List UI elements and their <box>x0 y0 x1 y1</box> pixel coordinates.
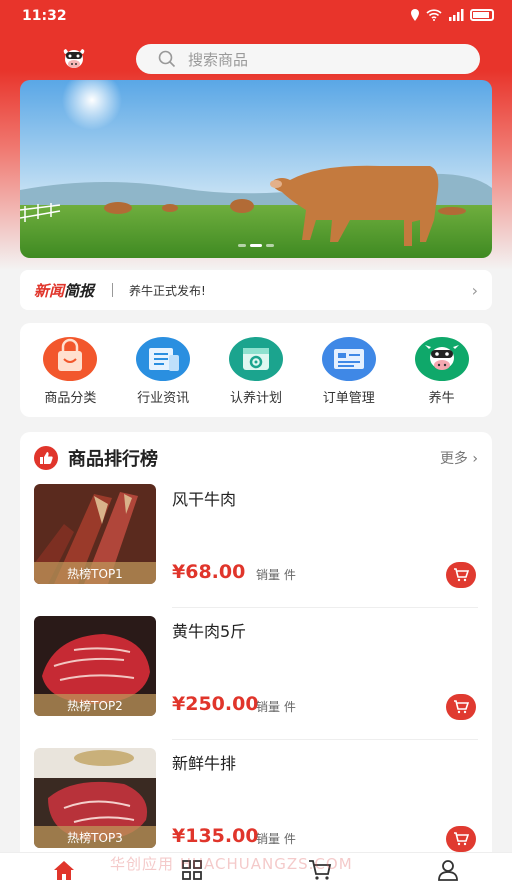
category-shopping[interactable]: 商品分类 <box>25 323 115 417</box>
product-sales: 销量 件 <box>256 568 296 582</box>
tab-profile[interactable] <box>418 853 478 886</box>
category-industry-news[interactable]: 行业资讯 <box>118 323 208 417</box>
ranking-header: 商品排行榜 更多 › <box>20 432 492 484</box>
category-adoption-plan[interactable]: 认养计划 <box>211 323 301 417</box>
location-icon <box>411 9 419 21</box>
product-name: 风干牛肉 <box>172 490 237 509</box>
add-to-cart-button[interactable] <box>446 562 476 588</box>
product-ranking: 商品排行榜 更多 › 热榜TOP1 风干牛肉 ¥68.00 销量 件 热榜TOP… <box>20 432 492 886</box>
add-to-cart-button[interactable] <box>446 826 476 852</box>
product-price: ¥135.00 <box>172 825 259 847</box>
watermark: 华创应用 HUACHUANGZS.COM <box>110 855 353 873</box>
chevron-right-icon: › <box>471 280 478 300</box>
shopping-bag-icon <box>43 337 98 381</box>
divider <box>172 739 478 740</box>
product-sales: 销量 件 <box>256 832 296 846</box>
signal-icon <box>449 9 464 21</box>
more-link[interactable]: 更多 › <box>440 448 478 468</box>
search-placeholder: 搜索商品 <box>188 50 249 69</box>
category-label: 养牛 <box>428 391 455 406</box>
calendar-gear-icon <box>228 337 283 381</box>
order-list-icon <box>321 337 376 381</box>
category-cattle-raising[interactable]: 养牛 <box>397 323 487 417</box>
news-text: 养牛正式发布! <box>129 283 206 298</box>
category-label: 行业资讯 <box>137 391 190 406</box>
search-input[interactable]: 搜索商品 <box>136 44 480 74</box>
add-to-cart-button[interactable] <box>446 694 476 720</box>
category-nav: 商品分类 行业资讯 认养计划 订单管理 养牛 <box>20 323 492 417</box>
home-icon <box>54 860 74 880</box>
category-label: 商品分类 <box>44 391 97 406</box>
news-bulletin[interactable]: 新闻简报 养牛正式发布! › <box>20 270 492 310</box>
status-icons <box>410 9 494 21</box>
rank-tag: 热榜TOP2 <box>34 694 156 716</box>
cow-icon <box>414 337 469 381</box>
tab-home[interactable] <box>34 853 94 886</box>
user-icon <box>438 859 458 881</box>
news-title: 新闻简报 <box>34 281 95 300</box>
rank-tag: 热榜TOP1 <box>34 562 156 584</box>
category-order-management[interactable]: 订单管理 <box>304 323 394 417</box>
cart-icon <box>454 832 469 846</box>
rank-tag: 热榜TOP3 <box>34 826 156 848</box>
divider <box>172 607 478 608</box>
status-bar: 11:32 <box>0 0 512 34</box>
cow-logo-icon[interactable] <box>60 44 88 72</box>
banner-carousel[interactable] <box>20 80 492 258</box>
product-name: 新鲜牛排 <box>172 754 237 773</box>
news-divider <box>112 283 114 297</box>
ranking-title: 商品排行榜 <box>68 449 158 470</box>
product-item[interactable]: 热榜TOP2 黄牛肉5斤 ¥250.00 销量 件 <box>34 616 478 740</box>
cart-icon <box>454 568 469 582</box>
category-label: 认养计划 <box>229 391 282 406</box>
category-label: 订单管理 <box>322 391 375 406</box>
product-price: ¥250.00 <box>172 693 259 715</box>
thumbs-up-icon <box>34 446 58 470</box>
product-name: 黄牛肉5斤 <box>172 622 247 641</box>
product-item[interactable]: 热榜TOP1 风干牛肉 ¥68.00 销量 件 <box>34 484 478 608</box>
product-price: ¥68.00 <box>172 561 246 583</box>
status-time: 11:32 <box>22 8 67 24</box>
wifi-icon <box>426 9 442 21</box>
battery-icon <box>470 9 494 21</box>
news-card-icon <box>136 337 191 381</box>
product-image: 热榜TOP2 <box>34 616 156 716</box>
product-sales: 销量 件 <box>256 700 296 714</box>
product-image: 热榜TOP1 <box>34 484 156 584</box>
search-icon <box>158 50 176 68</box>
cart-icon <box>454 700 469 714</box>
product-image: 热榜TOP3 <box>34 748 156 848</box>
search-row: 搜索商品 <box>0 42 512 78</box>
banner-image <box>20 80 492 258</box>
